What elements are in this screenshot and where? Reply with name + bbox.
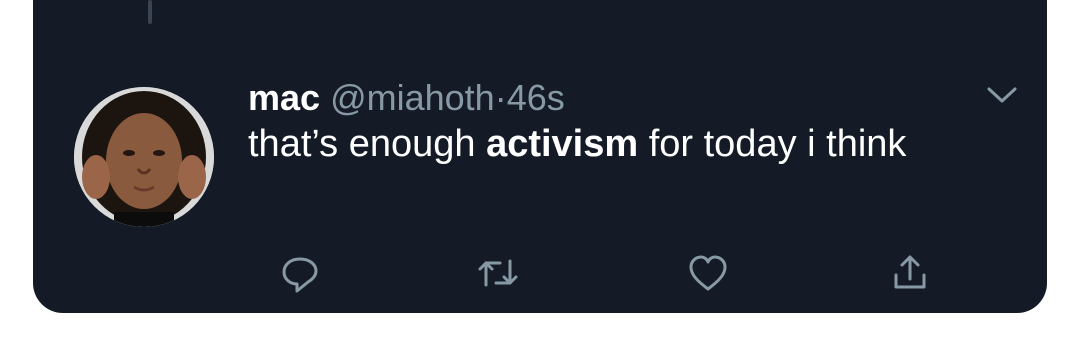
retweet-icon[interactable]	[476, 251, 520, 295]
separator-dot: ·	[494, 77, 507, 118]
avatar[interactable]	[74, 87, 214, 227]
display-name[interactable]: mac	[248, 77, 320, 118]
tweet-card[interactable]: mac @miahoth·46s that’s enough activism …	[33, 0, 1047, 313]
avatar-image	[74, 87, 214, 227]
chevron-down-icon[interactable]	[985, 84, 1019, 111]
tweet-header: mac @miahoth·46s	[248, 75, 565, 121]
timestamp[interactable]: 46s	[507, 77, 565, 118]
tweet-text: that’s enough activism for today i think	[248, 118, 968, 170]
heart-icon[interactable]	[686, 251, 730, 295]
tweet-text-end: for today i think	[638, 123, 907, 165]
thread-connector-line	[148, 0, 152, 24]
reply-icon[interactable]	[278, 251, 322, 295]
tweet-text-start: that’s enough	[248, 123, 487, 165]
tweet-text-bold: activism	[486, 123, 639, 165]
share-icon[interactable]	[888, 251, 932, 295]
user-handle[interactable]: @miahoth	[330, 77, 495, 118]
